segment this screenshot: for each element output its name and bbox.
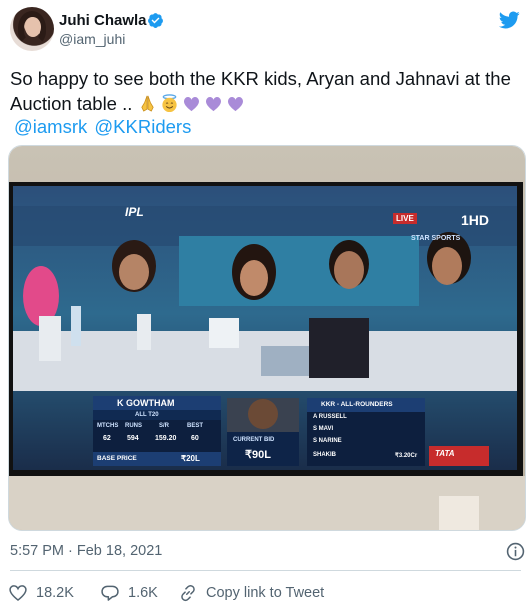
verified-badge-icon bbox=[148, 13, 163, 28]
purple-heart-icon bbox=[227, 97, 243, 112]
tv-team-last-price: ₹3.20Cr bbox=[395, 453, 418, 459]
copy-link-label: Copy link to Tweet bbox=[206, 585, 325, 601]
tv-current-bid-label: CURRENT BID bbox=[233, 437, 275, 443]
avatar[interactable] bbox=[10, 7, 54, 51]
reply-bubble-icon bbox=[101, 585, 119, 601]
tv-stat-header-0: MTCHS bbox=[97, 423, 119, 429]
divider bbox=[10, 570, 521, 571]
author-handle[interactable]: @iam_juhi bbox=[59, 31, 125, 47]
copy-link-button[interactable]: Copy link to Tweet bbox=[178, 583, 324, 603]
tv-team-panel-title: KKR - ALL-ROUNDERS bbox=[321, 401, 393, 408]
tv-stat-value-3: 60 bbox=[191, 435, 199, 442]
tv-team-player-0: A RUSSELL bbox=[313, 414, 347, 420]
tv-stat-value-1: 594 bbox=[127, 435, 139, 442]
heart-icon bbox=[9, 585, 27, 602]
folded-hands-icon bbox=[140, 95, 154, 112]
mentions: @iamsrk @KKRiders bbox=[14, 116, 193, 138]
tv-team-player-1: S MAVI bbox=[313, 426, 334, 432]
link-icon bbox=[181, 584, 195, 602]
author-name[interactable]: Juhi Chawla bbox=[59, 12, 147, 29]
tv-player-name: K GOWTHAM bbox=[117, 398, 175, 408]
purple-heart-icon bbox=[183, 97, 199, 112]
tv-sponsor: TATA bbox=[435, 449, 455, 458]
reply-button[interactable]: 1.6K bbox=[100, 583, 158, 603]
tv-base-price-label: BASE PRICE bbox=[97, 455, 137, 462]
tv-stat-header-2: S/R bbox=[159, 423, 170, 429]
tv-live-badge: LIVE bbox=[393, 213, 417, 224]
twitter-bird-icon[interactable] bbox=[497, 9, 521, 31]
tv-channel-logo: 1HD bbox=[461, 212, 490, 228]
tv-team-player-2: S NARINE bbox=[313, 438, 342, 444]
purple-heart-icon bbox=[205, 97, 221, 112]
tv-stat-header-3: BEST bbox=[187, 423, 204, 429]
tweet-body: So happy to see both the KKR kids, Aryan… bbox=[10, 68, 511, 114]
tv-player-sub: ALL T20 bbox=[135, 412, 159, 418]
mention-link-iamsrk[interactable]: @iamsrk bbox=[14, 116, 87, 137]
tweet-card: Juhi Chawla @iam_juhi So happy to see bo… bbox=[0, 0, 531, 612]
like-count: 18.2K bbox=[36, 585, 74, 601]
tv-current-bid-value: ₹90L bbox=[245, 449, 271, 461]
tweet-timestamp[interactable]: 5:57 PM · Feb 18, 2021 bbox=[10, 543, 162, 559]
tv-stat-header-1: RUNS bbox=[125, 423, 143, 429]
smiling-face-with-halo-icon bbox=[161, 94, 177, 113]
tv-stat-value-0: 62 bbox=[103, 435, 111, 442]
tv-channel-sub: STAR SPORTS bbox=[411, 235, 461, 242]
like-button[interactable]: 18.2K bbox=[8, 583, 74, 603]
info-icon[interactable] bbox=[506, 542, 525, 561]
tv-team-player-3: SHAKIB bbox=[313, 452, 337, 458]
tweet-photo[interactable]: IPL LIVE 1HD STAR SPORTS K GOWTHAM ALL T… bbox=[8, 145, 526, 531]
tv-stat-value-2: 159.20 bbox=[155, 435, 177, 442]
reply-count: 1.6K bbox=[128, 585, 158, 601]
tv-photo-illustration bbox=[9, 146, 525, 530]
tv-base-price-value: ₹20L bbox=[181, 454, 200, 463]
tweet-text: So happy to see both the KKR kids, Aryan… bbox=[10, 66, 520, 116]
mention-link-kkriders[interactable]: @KKRiders bbox=[94, 116, 191, 137]
tv-ipl-logo: IPL bbox=[125, 205, 144, 219]
